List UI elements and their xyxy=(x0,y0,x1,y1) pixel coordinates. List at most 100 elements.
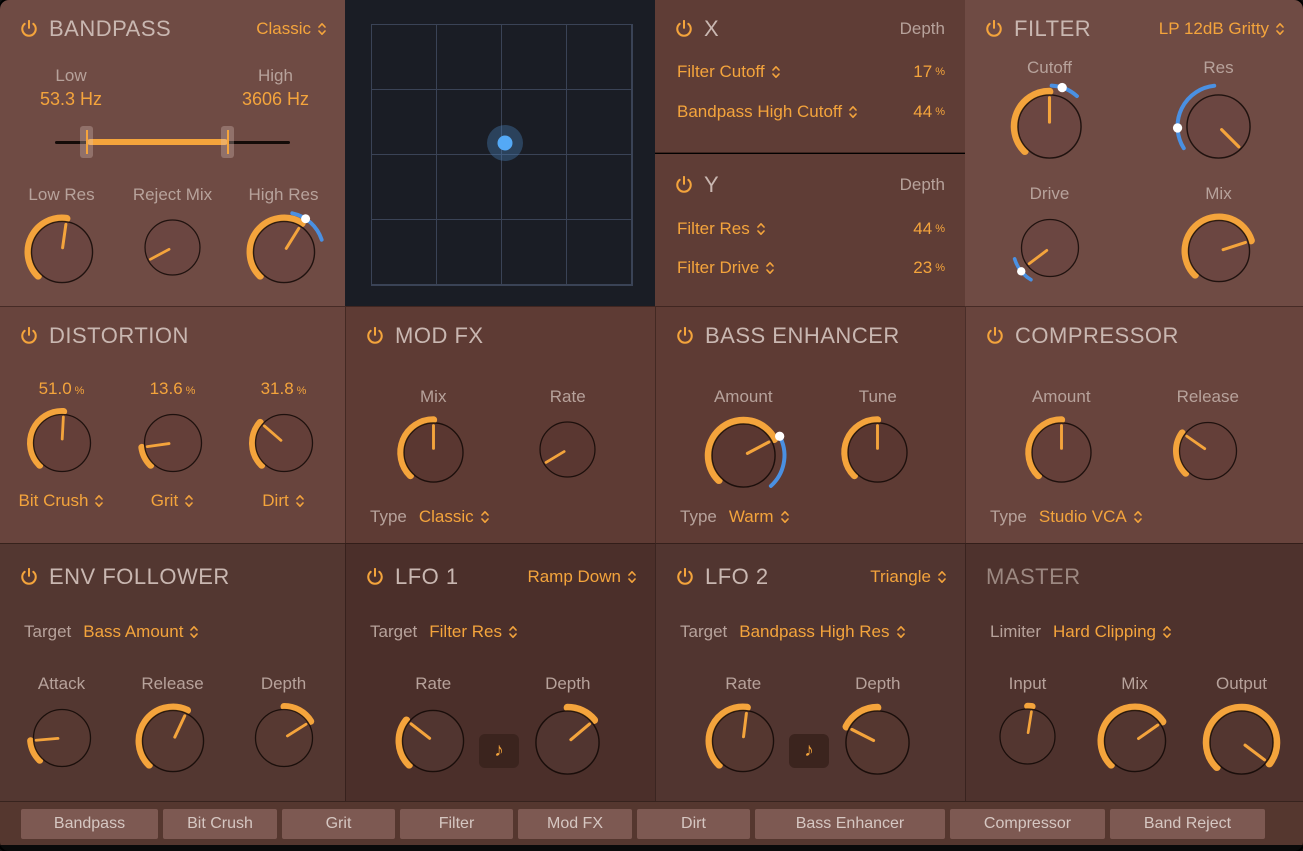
y-power-icon[interactable] xyxy=(675,176,693,194)
xy-pad[interactable] xyxy=(371,24,633,286)
lfo1-power-icon[interactable] xyxy=(366,568,384,586)
distortion-2-knob[interactable] xyxy=(131,401,215,485)
high-res-knob[interactable] xyxy=(239,207,329,297)
section-title: LFO 1 xyxy=(395,564,459,590)
distortion-1-value[interactable]: 51.0% xyxy=(39,379,85,399)
bass-amount-knob[interactable] xyxy=(697,409,790,502)
section-title: MASTER xyxy=(986,564,1081,590)
mod-fx-type-dropdown[interactable]: Classic xyxy=(419,507,490,527)
y-depth-1-value[interactable]: 44 xyxy=(913,219,932,239)
knob-label: Low Res xyxy=(28,185,94,205)
high-cutoff-value[interactable]: 3606 Hz xyxy=(242,89,309,110)
filter-drive-knob[interactable] xyxy=(1008,206,1092,290)
lfo1-target-dropdown[interactable]: Filter Res xyxy=(429,622,518,642)
chevron-updown-icon xyxy=(94,493,104,509)
bass-type-dropdown[interactable]: Warm xyxy=(729,507,790,527)
lfo2-waveform-dropdown[interactable]: Triangle xyxy=(870,567,947,587)
lfo1-sync-note-button[interactable]: ♪ xyxy=(479,734,519,768)
bandpass-range-slider[interactable] xyxy=(55,126,290,158)
low-res-knob[interactable] xyxy=(17,207,107,297)
target-label: Target xyxy=(680,622,727,642)
y-target-2-dropdown[interactable]: Filter Drive xyxy=(677,258,775,278)
chevron-updown-icon xyxy=(508,624,518,640)
chevron-updown-icon xyxy=(848,104,858,120)
distortion-2-value[interactable]: 13.6% xyxy=(150,379,196,399)
distortion-power-icon[interactable] xyxy=(20,327,38,345)
bandpass-preset-dropdown[interactable]: Classic xyxy=(256,19,327,39)
lfo1-depth-knob[interactable] xyxy=(521,696,614,789)
lfo1-waveform-dropdown[interactable]: Ramp Down xyxy=(527,567,637,587)
macro-button-band-reject[interactable]: Band Reject xyxy=(1110,809,1265,839)
compressor-release-knob[interactable] xyxy=(1166,409,1250,493)
env-depth-knob[interactable] xyxy=(242,696,326,780)
filter-res-knob[interactable] xyxy=(1172,80,1265,173)
distortion-3-value[interactable]: 31.8% xyxy=(261,379,307,399)
env-follower-power-icon[interactable] xyxy=(20,568,38,586)
type-label: Type xyxy=(990,507,1027,527)
master-output-knob[interactable] xyxy=(1195,696,1288,789)
xy-dot-halo xyxy=(487,125,523,161)
filter-cutoff-knob[interactable] xyxy=(1003,80,1096,173)
bass-tune-knob[interactable] xyxy=(834,409,921,496)
distortion-1-knob[interactable] xyxy=(20,401,104,485)
distortion-3-knob[interactable] xyxy=(242,401,326,485)
lfo2-depth-knob[interactable] xyxy=(831,696,924,789)
lfo2-sync-note-button[interactable]: ♪ xyxy=(789,734,829,768)
chevron-updown-icon xyxy=(756,221,766,237)
filter-mix-knob[interactable] xyxy=(1174,206,1264,296)
master-input-knob[interactable] xyxy=(987,696,1068,777)
compressor-amount-knob[interactable] xyxy=(1018,409,1105,496)
macro-button-mod-fx[interactable]: Mod FX xyxy=(518,809,632,839)
x-target-2-dropdown[interactable]: Bandpass High Cutoff xyxy=(677,102,858,122)
distortion-section: DISTORTION 51.0% Bit Crush 13.6% Grit xyxy=(0,306,345,543)
lfo2-section: LFO 2 Triangle Target Bandpass High Res … xyxy=(655,543,965,801)
y-target-1-dropdown[interactable]: Filter Res xyxy=(677,219,766,239)
slider-low-handle[interactable] xyxy=(80,126,93,158)
lfo2-rate-knob[interactable] xyxy=(698,696,788,786)
limiter-dropdown[interactable]: Hard Clipping xyxy=(1053,622,1172,642)
distortion-2-type-dropdown[interactable]: Grit xyxy=(151,491,194,511)
macro-button-dirt[interactable]: Dirt xyxy=(637,809,750,839)
x-power-icon[interactable] xyxy=(675,20,693,38)
xy-dot[interactable] xyxy=(498,136,513,151)
macro-button-bass-enhancer[interactable]: Bass Enhancer xyxy=(755,809,945,839)
mod-fx-power-icon[interactable] xyxy=(366,327,384,345)
bandpass-power-icon[interactable] xyxy=(20,20,38,38)
macro-button-filter[interactable]: Filter xyxy=(400,809,513,839)
low-cutoff-value[interactable]: 53.3 Hz xyxy=(40,89,102,110)
macro-button-compressor[interactable]: Compressor xyxy=(950,809,1105,839)
master-mix-knob[interactable] xyxy=(1090,696,1180,786)
knob-label: Mix xyxy=(420,387,446,407)
reject-mix-knob[interactable] xyxy=(132,207,213,288)
x-depth-1-value[interactable]: 17 xyxy=(913,62,932,82)
x-depth-2-value[interactable]: 44 xyxy=(913,102,932,122)
env-target-dropdown[interactable]: Bass Amount xyxy=(83,622,199,642)
filter-power-icon[interactable] xyxy=(985,20,1003,38)
mod-fx-mix-knob[interactable] xyxy=(390,409,477,496)
chevron-updown-icon xyxy=(1133,509,1143,525)
macro-button-grit[interactable]: Grit xyxy=(282,809,395,839)
type-label: Type xyxy=(680,507,717,527)
y-depth-2-value[interactable]: 23 xyxy=(913,258,932,278)
macro-button-bandpass[interactable]: Bandpass xyxy=(21,809,158,839)
phat-fx-plugin-window: BANDPASS Classic Low 53.3 Hz High 3606 H… xyxy=(0,0,1303,851)
slider-high-handle[interactable] xyxy=(221,126,234,158)
lfo2-power-icon[interactable] xyxy=(676,568,694,586)
macro-button-bit-crush[interactable]: Bit Crush xyxy=(163,809,277,839)
compressor-power-icon[interactable] xyxy=(986,327,1004,345)
compressor-type-dropdown[interactable]: Studio VCA xyxy=(1039,507,1143,527)
knob-label: Amount xyxy=(714,387,773,407)
chevron-updown-icon xyxy=(780,509,790,525)
env-attack-knob[interactable] xyxy=(20,696,104,780)
knob-label: Depth xyxy=(855,674,900,694)
x-target-1-dropdown[interactable]: Filter Cutoff xyxy=(677,62,781,82)
distortion-3-type-dropdown[interactable]: Dirt xyxy=(262,491,304,511)
distortion-1-type-dropdown[interactable]: Bit Crush xyxy=(19,491,105,511)
filter-type-dropdown[interactable]: LP 12dB Gritty xyxy=(1159,19,1285,39)
lfo2-target-dropdown[interactable]: Bandpass High Res xyxy=(739,622,905,642)
lfo1-rate-knob[interactable] xyxy=(388,696,478,786)
mod-fx-rate-knob[interactable] xyxy=(527,409,608,490)
env-release-knob[interactable] xyxy=(128,696,218,786)
knob-label: Rate xyxy=(725,674,761,694)
bass-enhancer-power-icon[interactable] xyxy=(676,327,694,345)
